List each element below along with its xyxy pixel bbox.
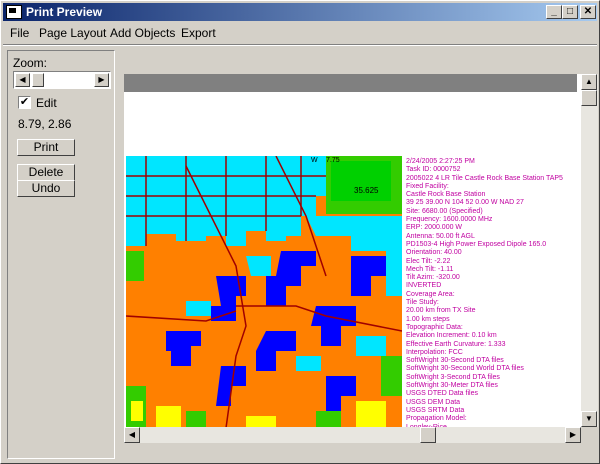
horizontal-scroll-thumb[interactable] (420, 427, 436, 443)
info-line: 2005022 4 LR Tile Castle Rock Base Stati… (406, 174, 563, 182)
menu-export[interactable]: Export (181, 26, 216, 40)
horizontal-scrollbar[interactable]: ◀ ▶ (124, 427, 581, 443)
zoom-label: Zoom: (13, 56, 48, 70)
info-line: INVERTED (406, 282, 442, 290)
app-icon (6, 5, 22, 19)
info-line: USGS DEM Data (406, 398, 461, 406)
zoom-slider[interactable]: ◀ ▶ (13, 71, 111, 89)
info-line: Orientation: 40.00 (406, 249, 462, 257)
info-line: Frequency: 1600.0000 MHz (406, 216, 493, 224)
zoom-right-arrow-icon[interactable]: ▶ (94, 73, 109, 87)
info-line: Mech Tilt: -1.11 (406, 265, 454, 273)
info-line: Tile Study: (406, 299, 439, 307)
menu-page-layout[interactable]: Page Layout (39, 26, 106, 40)
undo-button[interactable]: Undo (17, 180, 75, 197)
info-line: USGS SRTM Data (406, 406, 465, 414)
info-line: Tilt Azim: -320.00 (406, 274, 460, 282)
info-line: SoftWright 30-Meter DTA files (406, 382, 498, 390)
scroll-corner (581, 427, 598, 443)
title-bar[interactable]: Print Preview _ □ ✕ (3, 3, 597, 21)
info-line: SoftWright 30-Second World DTA files (406, 365, 524, 373)
info-line: Fixed Facility: (406, 182, 449, 190)
info-line: Antenna: 50.00 ft AGL (406, 232, 475, 240)
vertical-scroll-thumb[interactable] (581, 90, 597, 106)
info-line: Elevation Increment: 0.10 km (406, 332, 497, 340)
delete-button[interactable]: Delete (17, 164, 75, 181)
page-top-band (124, 74, 577, 92)
print-button[interactable]: Print (17, 139, 75, 156)
coverage-map[interactable]: 35.625 W 7.75 (126, 156, 402, 428)
close-button[interactable]: ✕ (580, 5, 596, 19)
info-line: ERP: 2000.000 W (406, 224, 463, 232)
study-info-text: 2/24/2005 2:27:25 PM Task ID: 0000752 2005… (406, 158, 581, 443)
info-line: SoftWright 3-Second DTA files (406, 373, 500, 381)
info-line: 20.00 km from TX Site (406, 307, 476, 315)
menu-add-objects[interactable]: Add Objects (110, 26, 175, 40)
maximize-button[interactable]: □ (562, 5, 578, 19)
info-line: Task ID: 0000752 (406, 166, 461, 174)
info-line: 2/24/2005 2:27:25 PM (406, 158, 475, 165)
edit-label: Edit (36, 96, 57, 110)
menu-file[interactable]: File (10, 26, 29, 40)
info-line: PD1503-4 High Power Exposed Dipole 165.0 (406, 240, 547, 248)
edit-checkbox[interactable]: ✔ (18, 96, 31, 109)
info-line: Site: 6680.00 (Specified) (406, 207, 483, 215)
info-line: Effective Earth Curvature: 1.333 (406, 340, 506, 348)
print-preview-window: Print Preview _ □ ✕ File Page Layout Add… (0, 0, 600, 464)
info-line: 1.00 km steps (406, 315, 450, 323)
zoom-slider-thumb[interactable] (32, 73, 44, 87)
map-label-lon: 7.75 (326, 157, 340, 164)
info-line: Elec Tilt: -2.22 (406, 257, 451, 265)
minimize-button[interactable]: _ (546, 5, 562, 19)
info-line: Coverage Area: (406, 290, 455, 298)
info-line: 39 25 39.00 N 104 52 0.00 W NAD 27 (406, 199, 524, 207)
vertical-scrollbar[interactable]: ▲ ▼ (581, 74, 598, 427)
preview-canvas[interactable]: 35.625 W 7.75 2/24/2005 2:27:25 PM Task I… (124, 74, 598, 443)
info-line: Castle Rock Base Station (406, 191, 486, 199)
scroll-up-arrow-icon[interactable]: ▲ (581, 74, 597, 90)
left-panel: Zoom: ◀ ▶ ✔ Edit 8.79, 2.86 Print Delete… (7, 50, 115, 459)
info-line: USGS DTED Data files (406, 390, 478, 398)
info-line: Interpolation: FCC (406, 348, 463, 356)
map-label-w: W (311, 157, 318, 164)
cursor-coordinates: 8.79, 2.86 (18, 117, 72, 131)
menu-bar: File Page Layout Add Objects Export (3, 23, 597, 43)
map-label-lat: 35.625 (354, 186, 379, 195)
menu-separator (3, 44, 597, 46)
info-line: SoftWright 30-Second DTA files (406, 357, 504, 365)
scroll-right-arrow-icon[interactable]: ▶ (565, 427, 581, 443)
info-line: Topographic Data: (406, 323, 463, 331)
zoom-left-arrow-icon[interactable]: ◀ (15, 73, 30, 87)
scroll-left-arrow-icon[interactable]: ◀ (124, 427, 140, 443)
window-title: Print Preview (26, 5, 103, 19)
scroll-down-arrow-icon[interactable]: ▼ (581, 411, 597, 427)
info-line: Propagation Model: (406, 415, 467, 423)
